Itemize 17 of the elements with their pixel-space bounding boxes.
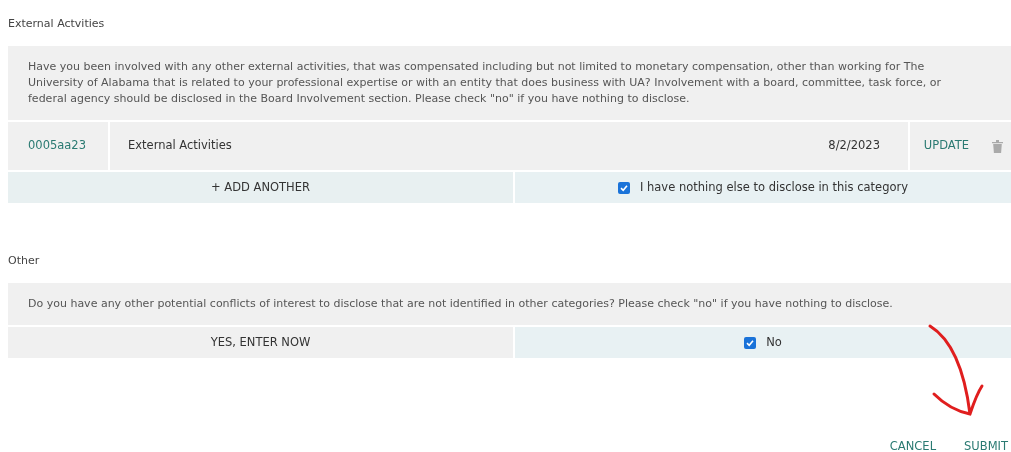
entry-name: External Activities bbox=[127, 137, 233, 155]
entry-id-link[interactable]: 0005aa23 bbox=[8, 122, 110, 170]
checkbox[interactable] bbox=[617, 181, 630, 194]
section-title: External Actvities bbox=[8, 17, 105, 31]
trash-icon bbox=[991, 139, 1003, 153]
checkbox-label: I have nothing else to disclose in this category bbox=[639, 178, 908, 196]
checkbox-label: No bbox=[766, 333, 782, 351]
section-title: Other bbox=[8, 254, 40, 268]
add-button[interactable]: YES, ENTER NOW bbox=[8, 327, 513, 358]
cancel-button[interactable]: CANCEL bbox=[889, 438, 937, 452]
submit-button[interactable]: SUBMIT bbox=[964, 438, 1008, 452]
question-text: Do you have any other potential conflicts of interest to disclose that are not identified in other categories? Please check "no" if you have nothing to disclose. bbox=[8, 283, 1011, 325]
question-text: Have you been involved with any other external activities, that was compensated including but not limited to monetary compensation, other than working for The University of Alabama that is related to your professional expertise or with an entity that does business with UA? Involvement with a board, committee, task force, or federal agency should be disclosed in the Board Involvement section. Please check "no" if you have nothing to disclose. bbox=[8, 46, 1011, 120]
checkbox[interactable] bbox=[744, 336, 757, 349]
update-button[interactable]: UPDATE bbox=[908, 122, 983, 170]
entry-date: 8/2/2023 bbox=[828, 137, 881, 155]
add-button[interactable]: + ADD ANOTHER bbox=[8, 172, 513, 203]
